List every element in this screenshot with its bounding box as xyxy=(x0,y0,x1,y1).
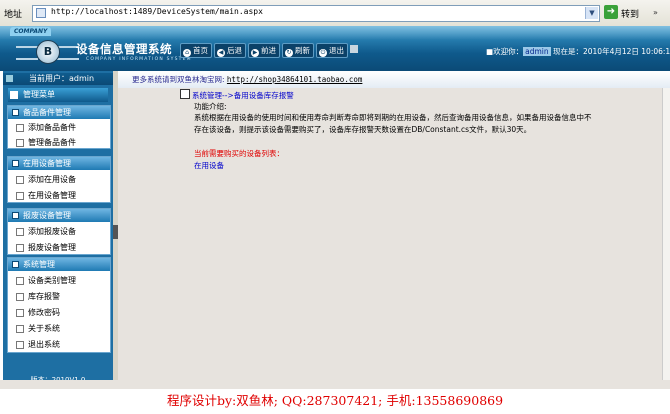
page-icon xyxy=(16,176,24,184)
notice-text: 更多系统请到双鱼林淘宝网: http://shop34864101.taobao… xyxy=(132,75,363,84)
footer-credits: 程序设计by:双鱼林; QQ:287307421; 手机:13558690869 xyxy=(166,393,504,408)
page-icon xyxy=(16,325,24,333)
page-icon xyxy=(16,228,24,236)
vertical-scrollbar[interactable] xyxy=(662,88,670,380)
toolbar-square-icon xyxy=(350,45,358,53)
go-arrow-icon: ➜ xyxy=(604,5,618,19)
nav-group-in-use: 在用设备管理 添加在用设备 在用设备管理 xyxy=(7,156,111,203)
management-menu-title: 管理菜单 xyxy=(8,88,108,102)
url-input[interactable]: http://localhost:1489/DeviceSystem/main.… xyxy=(32,5,600,22)
page-icon xyxy=(16,277,24,285)
footer: 程序设计by:双鱼林; QQ:287307421; 手机:13558690869 xyxy=(0,389,670,414)
header-shine xyxy=(0,26,670,40)
current-user-bar: 当前用户：admin xyxy=(3,73,113,85)
app-header: COMPANY B 设备信息管理系统 COMPANY INFORMATION S… xyxy=(0,26,670,71)
page-icon xyxy=(16,293,24,301)
nav-item-change-password[interactable]: 修改密码 xyxy=(8,305,110,320)
shop-link[interactable]: http://shop34864101.taobao.com xyxy=(227,75,362,84)
current-datetime: 现在是：2010年4月12日 10:06:15 xyxy=(552,47,670,56)
nav-item-manage-scrapped[interactable]: 报废设备管理 xyxy=(8,240,110,255)
app-title: 设备信息管理系统 xyxy=(76,42,172,56)
nav-group-system: 系统管理 设备类别管理 库存报警 修改密码 关于系统 退出系统 xyxy=(7,257,111,353)
nav-item-add-in-use[interactable]: 添加在用设备 xyxy=(8,172,110,187)
refresh-icon: ↻ xyxy=(285,49,293,57)
refresh-button[interactable]: ↻ 刷新 xyxy=(282,43,314,58)
page-icon xyxy=(36,8,46,18)
folder-icon xyxy=(12,261,19,268)
nav-item-manage-spare[interactable]: 管理备品备件 xyxy=(8,135,110,150)
exit-button[interactable]: ⏻ 退出 xyxy=(316,43,348,58)
user-icon xyxy=(6,75,13,82)
go-button[interactable]: ➜ 转到 xyxy=(604,5,654,21)
nav-group-header[interactable]: 系统管理 xyxy=(8,258,110,271)
content-bottom-strip xyxy=(0,380,670,389)
folder-icon xyxy=(12,109,19,116)
current-user-text: 当前用户：admin xyxy=(29,74,95,83)
url-dropdown-icon[interactable]: ▼ xyxy=(585,7,598,19)
nav-item-logout[interactable]: 退出系统 xyxy=(8,337,110,352)
welcome-user: admin xyxy=(523,47,551,56)
nav-item-add-scrapped[interactable]: 添加报废设备 xyxy=(8,224,110,239)
nav-item-manage-in-use[interactable]: 在用设备管理 xyxy=(8,188,110,203)
home-button[interactable]: ⌂ 首页 xyxy=(180,43,212,58)
function-description: 系统根据在用设备的使用时间和使用寿命判断寿命即将到期的在用设备，然后查询备用设备… xyxy=(194,113,592,134)
nav-group-header[interactable]: 备品备件管理 xyxy=(8,106,110,119)
in-use-device-link[interactable]: 在用设备 xyxy=(194,160,224,171)
menu-grid-icon xyxy=(10,91,18,99)
company-tag: COMPANY xyxy=(10,27,52,36)
forward-button[interactable]: ▶ 前进 xyxy=(248,43,280,58)
app-subtitle: COMPANY INFORMATION SYSTEM xyxy=(86,57,192,62)
nav-item-about[interactable]: 关于系统 xyxy=(8,321,110,336)
back-arrow-icon: ◀ xyxy=(217,49,225,57)
purchase-list-label: 当前需要购买的设备列表： xyxy=(194,149,284,158)
page-icon xyxy=(16,244,24,252)
home-icon: ⌂ xyxy=(183,49,191,57)
welcome-prefix: ■欢迎你： xyxy=(486,47,524,56)
welcome-bar: ■欢迎你： admin 现在是：2010年4月12日 10:06:15 xyxy=(486,46,670,57)
breadcrumb: 系统管理-->备用设备库存报警 xyxy=(180,89,294,101)
toolbar-overflow-icon[interactable]: » xyxy=(653,8,658,17)
page-icon xyxy=(16,139,24,147)
folder-icon xyxy=(12,212,19,219)
nav-item-stock-alarm[interactable]: 库存报警 xyxy=(8,289,110,304)
logo-wing-left xyxy=(16,46,38,60)
address-bar: 地址 http://localhost:1489/DeviceSystem/ma… xyxy=(0,0,670,27)
logo: B xyxy=(36,40,60,64)
nav-group-scrapped: 报废设备管理 添加报废设备 报废设备管理 xyxy=(7,208,111,255)
folder-icon xyxy=(12,160,19,167)
nav-item-add-spare[interactable]: 添加备品备件 xyxy=(8,120,110,135)
nav-group-header[interactable]: 报废设备管理 xyxy=(8,209,110,222)
nav-group-header[interactable]: 在用设备管理 xyxy=(8,157,110,170)
back-button[interactable]: ◀ 后退 xyxy=(214,43,246,58)
function-label: 功能介绍: xyxy=(194,102,227,111)
sidebar: 当前用户：admin 管理菜单 备品备件管理 添加备品备件 管理备品备件 在用设… xyxy=(3,71,113,389)
page-icon xyxy=(16,124,24,132)
nav-group-spare-parts: 备品备件管理 添加备品备件 管理备品备件 xyxy=(7,105,111,149)
page-icon xyxy=(16,192,24,200)
notice-bar: 更多系统请到双鱼林淘宝网: http://shop34864101.taobao… xyxy=(118,71,670,88)
go-label: 转到 xyxy=(621,10,640,20)
address-label: 地址 xyxy=(4,10,23,20)
edit-icon xyxy=(180,89,190,99)
forward-arrow-icon: ▶ xyxy=(251,49,259,57)
nav-item-device-category[interactable]: 设备类别管理 xyxy=(8,273,110,288)
page-icon xyxy=(16,341,24,349)
page-icon xyxy=(16,309,24,317)
power-icon: ⏻ xyxy=(319,49,327,57)
url-text: http://localhost:1489/DeviceSystem/main.… xyxy=(51,7,263,16)
